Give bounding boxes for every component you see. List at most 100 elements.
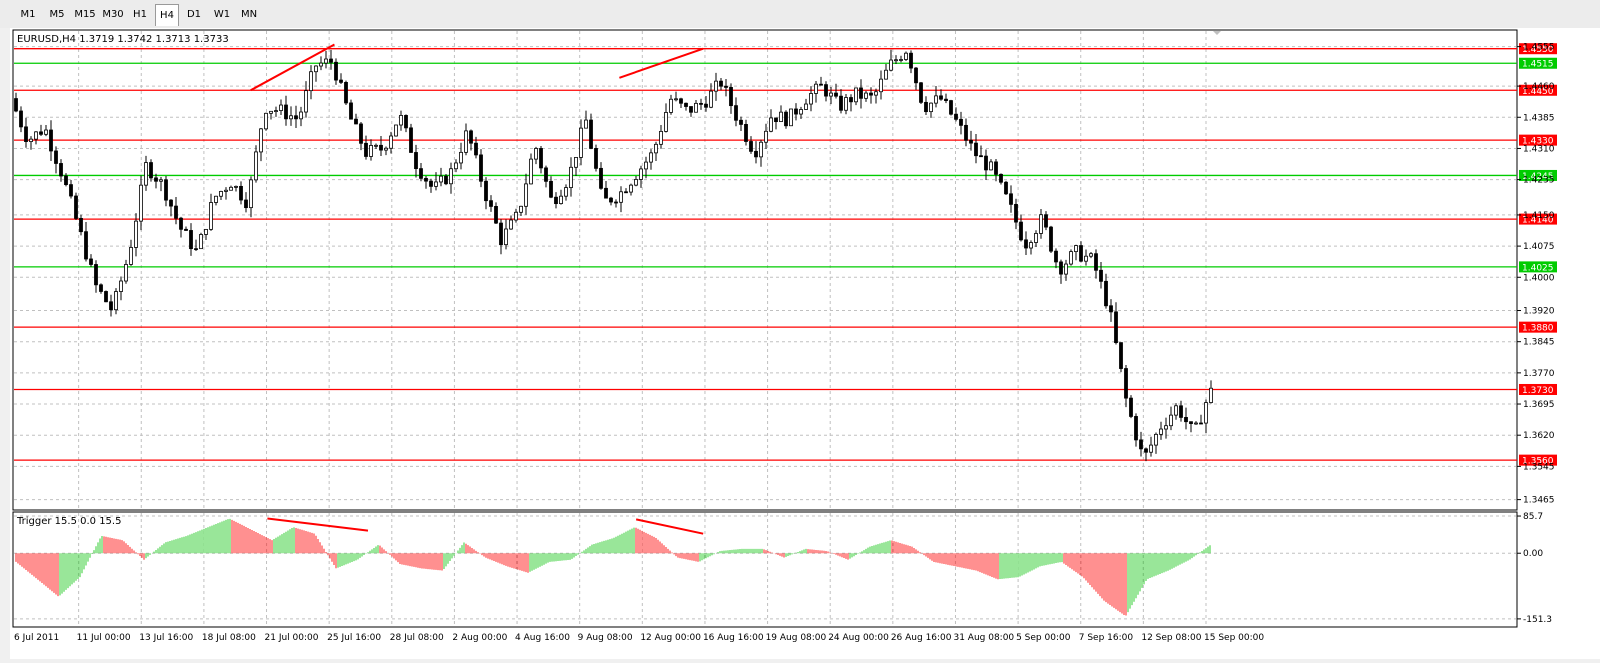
candle-body	[1144, 448, 1148, 453]
candle-body	[74, 195, 78, 219]
candle-body	[769, 117, 773, 132]
candle-body	[839, 95, 843, 111]
time-axis-label: 26 Aug 16:00	[891, 633, 952, 643]
timeframe-h4-button[interactable]: H4	[155, 4, 179, 26]
candle-body	[924, 101, 928, 113]
candle-body	[314, 65, 318, 73]
candle-body	[114, 291, 118, 311]
candle-body	[304, 90, 308, 113]
candle-body	[59, 163, 63, 177]
candle-body	[169, 199, 173, 207]
candle-body	[444, 175, 448, 185]
candle-body	[489, 200, 493, 207]
candle-body	[1139, 439, 1143, 450]
candle-body	[989, 161, 993, 171]
candle-body	[149, 162, 153, 179]
candle-body	[574, 157, 578, 168]
candle-body	[349, 102, 353, 120]
candle-body	[714, 80, 718, 92]
candle-body	[64, 175, 68, 186]
candle-body	[754, 150, 758, 158]
candle-body	[144, 162, 148, 186]
timeframe-m15-button[interactable]: M15	[71, 4, 99, 26]
candle-body	[1179, 405, 1183, 418]
candle-body	[1064, 263, 1068, 275]
candle-body	[219, 191, 223, 197]
candle-body	[449, 168, 453, 185]
candle-body	[579, 127, 583, 158]
time-axis-label: 6 Jul 2011	[14, 633, 59, 643]
candle-body	[154, 177, 158, 182]
candle-body	[1004, 181, 1008, 195]
candle-body	[554, 196, 558, 205]
timeframe-h1-button[interactable]: H1	[127, 4, 153, 26]
candle-body	[939, 95, 943, 100]
chart-header: EURUSD,H4 1.3719 1.3742 1.3713 1.3733	[17, 34, 229, 45]
candle-body	[639, 168, 643, 180]
candle-body	[954, 113, 958, 120]
candle-body	[94, 264, 98, 286]
chart-window[interactable]: 1.4550 1.4515 1.4450 1.4330 1.4245 1.4140 1.40…	[10, 28, 1600, 659]
candle-body	[534, 148, 538, 160]
timeframe-w1-button[interactable]: W1	[209, 4, 235, 26]
timeframe-m1-button[interactable]: M1	[13, 4, 43, 26]
timeframe-mn-button[interactable]: MN	[235, 4, 263, 26]
candle-body	[914, 67, 918, 84]
candle-body	[474, 142, 478, 156]
candle-body	[929, 102, 933, 113]
candle-body	[194, 248, 198, 251]
candle-body	[79, 217, 83, 233]
timeframe-m30-button[interactable]: M30	[99, 4, 127, 26]
candle-body	[479, 154, 483, 182]
candle-body	[1089, 253, 1093, 257]
candle-body	[874, 91, 878, 96]
candle-body	[729, 87, 733, 107]
candle-body	[1069, 251, 1073, 265]
candle-body	[204, 228, 208, 235]
timeframe-d1-button[interactable]: D1	[181, 4, 207, 26]
candle-body	[344, 81, 348, 104]
price-panel	[12, 29, 1518, 511]
candle-body	[824, 84, 828, 97]
time-axis-label: 25 Jul 16:00	[327, 633, 381, 643]
candle-body	[289, 115, 293, 120]
candle-body	[859, 87, 863, 99]
candle-body	[529, 158, 533, 185]
candle-body	[434, 181, 438, 187]
candle-body	[559, 195, 563, 205]
timeframe-m5-button[interactable]: M5	[43, 4, 71, 26]
candle-body	[614, 201, 618, 204]
price-axis-label: 1.4075	[1523, 242, 1555, 252]
candle-body	[299, 111, 303, 120]
candle-body	[784, 111, 788, 127]
candle-body	[1029, 242, 1033, 249]
candle-body	[184, 228, 188, 231]
candle-body	[649, 152, 653, 163]
candle-body	[789, 108, 793, 127]
candle-body	[364, 142, 368, 157]
level-tag-label: 1.4515	[1522, 60, 1554, 70]
candle-body	[1169, 414, 1173, 427]
time-axis-label: 18 Jul 08:00	[202, 633, 256, 643]
time-axis-label: 7 Sep 16:00	[1079, 633, 1134, 643]
time-axis-label: 31 Aug 08:00	[953, 633, 1014, 643]
price-axis-label: 1.3695	[1523, 400, 1555, 410]
price-chart[interactable]: 1.45501.45151.44501.43301.42451.41401.40…	[10, 28, 1600, 659]
time-axis-label: 21 Jul 00:00	[265, 633, 319, 643]
candle-body	[644, 161, 648, 170]
candle-body	[429, 180, 433, 187]
candle-body	[704, 103, 708, 108]
candle-body	[69, 184, 73, 197]
candle-body	[499, 222, 503, 246]
candle-body	[809, 93, 813, 105]
candle-body	[624, 191, 628, 194]
candle-body	[324, 58, 328, 64]
time-axis-label: 4 Aug 16:00	[515, 633, 570, 643]
indicator-panel	[12, 511, 1518, 628]
candle-body	[854, 87, 858, 103]
candle-body	[1134, 416, 1138, 441]
price-axis-label: 1.3920	[1523, 307, 1555, 317]
candle-body	[424, 177, 428, 182]
candle-body	[599, 167, 603, 189]
candle-body	[469, 130, 473, 144]
